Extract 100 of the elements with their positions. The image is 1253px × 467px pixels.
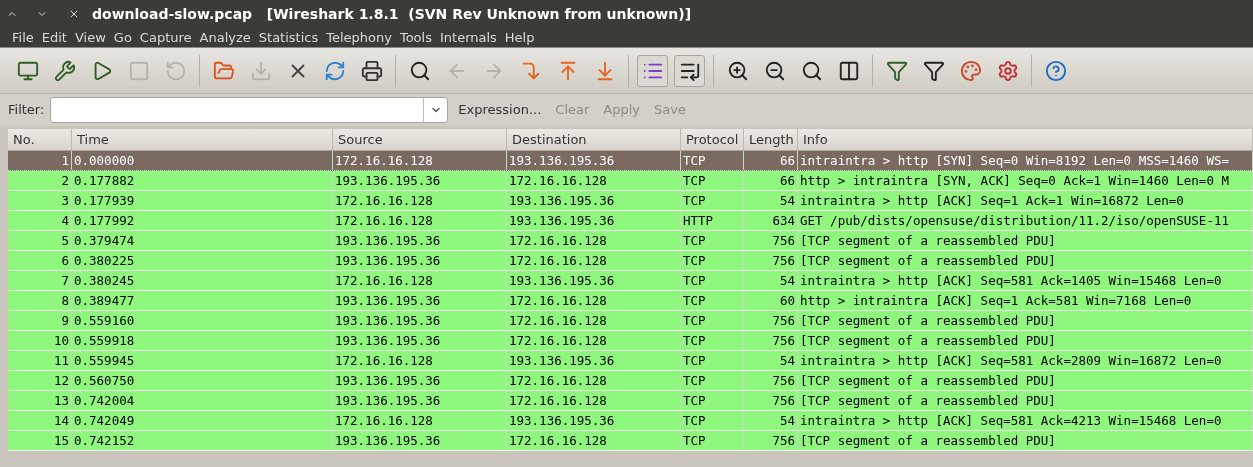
table-cell: 14 bbox=[8, 411, 72, 430]
packet-row[interactable]: 5 0.379474 193.136.195.36 172.16.16.128 TCP 756 [TCP segment of a reassembled PDU] bbox=[8, 231, 1253, 251]
column-header[interactable]: Length bbox=[744, 129, 798, 150]
table-cell: [TCP segment of a reassembled PDU] bbox=[798, 231, 1253, 250]
packet-row[interactable]: 12 0.560750 193.136.195.36 172.16.16.128 TCP 756 [TCP segment of a reassembled PDU] bbox=[8, 371, 1253, 391]
table-cell: 172.16.16.128 bbox=[333, 271, 507, 290]
menu-item[interactable]: Internals bbox=[435, 27, 501, 48]
filter-field[interactable] bbox=[50, 97, 449, 123]
close-icon[interactable] bbox=[68, 8, 80, 20]
packet-row[interactable]: 14 0.742049 172.16.16.128 193.136.195.36 TCP 54 intraintra > http [ACK] Seq=581 Ack=4213 Win=15468 Len=0 bbox=[8, 411, 1253, 431]
table-cell: 2 bbox=[8, 171, 72, 190]
menu-item[interactable]: Telephony bbox=[322, 27, 396, 48]
table-cell: 8 bbox=[8, 291, 72, 310]
table-cell: TCP bbox=[681, 171, 744, 190]
table-cell: 193.136.195.36 bbox=[507, 211, 681, 230]
settings-icon bbox=[996, 59, 1019, 82]
table-cell: [TCP segment of a reassembled PDU] bbox=[798, 251, 1253, 270]
table-cell: 193.136.195.36 bbox=[507, 411, 681, 430]
packet-row[interactable]: 1 0.000000 172.16.16.128 193.136.195.36 TCP 66 intraintra > http [SYN] Seq=0 Win=8192 Len=0 MSS=1460 WS= bbox=[8, 151, 1253, 171]
table-cell: intraintra > http [SYN] Seq=0 Win=8192 Len=0 MSS=1460 WS= bbox=[798, 151, 1253, 170]
table-cell: 0.742004 bbox=[72, 391, 333, 410]
table-cell: 54 bbox=[744, 351, 798, 370]
table-cell: 66 bbox=[744, 151, 798, 170]
table-cell: 193.136.195.36 bbox=[333, 391, 507, 410]
column-header[interactable]: Destination bbox=[507, 129, 681, 150]
toolbar-button[interactable] bbox=[674, 54, 705, 87]
table-cell: 54 bbox=[744, 411, 798, 430]
table-cell: TCP bbox=[681, 391, 744, 410]
table-cell: 756 bbox=[744, 331, 798, 350]
table-cell: 172.16.16.128 bbox=[507, 391, 681, 410]
packet-row[interactable]: 2 0.177882 193.136.195.36 172.16.16.128 TCP 66 http > intraintra [SYN, ACK] Seq=0 Ack=1 Win=1460 Len=0 M bbox=[8, 171, 1253, 191]
menu-item[interactable]: View bbox=[70, 27, 110, 48]
table-cell: 11 bbox=[8, 351, 72, 370]
column-header[interactable]: Info bbox=[798, 129, 1253, 150]
table-cell: 193.136.195.36 bbox=[333, 231, 507, 250]
packet-row[interactable]: 11 0.559945 172.16.16.128 193.136.195.36 TCP 54 intraintra > http [ACK] Seq=581 Ack=2809 Win=16872 Len=0 bbox=[8, 351, 1253, 371]
menu-item[interactable]: Edit bbox=[37, 27, 71, 48]
table-cell: intraintra > http [ACK] Seq=581 Ack=1405 Win=15468 Len=0 bbox=[798, 271, 1253, 290]
table-cell: 172.16.16.128 bbox=[333, 411, 507, 430]
table-cell: 60 bbox=[744, 291, 798, 310]
packet-row[interactable]: 3 0.177939 172.16.16.128 193.136.195.36 TCP 54 intraintra > http [ACK] Seq=1 Ack=1 Win=16872 Len=0 bbox=[8, 191, 1253, 211]
packet-row[interactable]: 8 0.389477 193.136.195.36 172.16.16.128 TCP 60 http > intraintra [ACK] Seq=1 Ack=581 Win=7168 Len=0 bbox=[8, 291, 1253, 311]
table-cell: 193.136.195.36 bbox=[507, 151, 681, 170]
table-cell: 0.559160 bbox=[72, 311, 333, 330]
columns-icon bbox=[837, 59, 860, 82]
table-cell: 756 bbox=[744, 431, 798, 450]
table-cell: [TCP segment of a reassembled PDU] bbox=[798, 431, 1253, 450]
zoom-out-icon bbox=[763, 59, 786, 82]
table-cell: 172.16.16.128 bbox=[507, 431, 681, 450]
table-cell: TCP bbox=[681, 411, 744, 430]
packet-row[interactable]: 10 0.559918 193.136.195.36 172.16.16.128 TCP 756 [TCP segment of a reassembled PDU] bbox=[8, 331, 1253, 351]
table-cell: 10 bbox=[8, 331, 72, 350]
packet-row[interactable]: 6 0.380225 193.136.195.36 172.16.16.128 TCP 756 [TCP segment of a reassembled PDU] bbox=[8, 251, 1253, 271]
table-cell: 0.389477 bbox=[72, 291, 333, 310]
table-cell: TCP bbox=[681, 271, 744, 290]
table-cell: 0.379474 bbox=[72, 231, 333, 250]
table-cell: http > intraintra [ACK] Seq=1 Ack=581 Win=7168 Len=0 bbox=[798, 291, 1253, 310]
search-icon bbox=[408, 59, 431, 82]
menu-item[interactable]: Capture bbox=[135, 27, 196, 48]
menu-item[interactable]: Go bbox=[109, 27, 136, 48]
table-cell: 172.16.16.128 bbox=[333, 211, 507, 230]
table-cell: [TCP segment of a reassembled PDU] bbox=[798, 311, 1253, 330]
table-cell: 0.177992 bbox=[72, 211, 333, 230]
table-cell: 172.16.16.128 bbox=[333, 151, 507, 170]
save-icon bbox=[249, 59, 272, 82]
table-cell: 3 bbox=[8, 191, 72, 210]
table-cell: 756 bbox=[744, 391, 798, 410]
filter-button[interactable]: Expression... bbox=[454, 100, 546, 120]
table-cell: 9 bbox=[8, 311, 72, 330]
menu-item[interactable]: Tools bbox=[395, 27, 436, 48]
table-cell: 193.136.195.36 bbox=[333, 311, 507, 330]
column-header[interactable]: No. bbox=[8, 129, 72, 150]
menu-item[interactable]: Help bbox=[500, 27, 539, 48]
packet-row[interactable]: 13 0.742004 193.136.195.36 172.16.16.128 TCP 756 [TCP segment of a reassembled PDU] bbox=[8, 391, 1253, 411]
menu-item[interactable]: Analyze bbox=[195, 27, 255, 48]
table-cell: 172.16.16.128 bbox=[507, 311, 681, 330]
monitor-icon bbox=[16, 59, 39, 82]
column-header[interactable]: Source bbox=[333, 129, 507, 150]
table-cell: 193.136.195.36 bbox=[507, 351, 681, 370]
table-cell: TCP bbox=[681, 331, 744, 350]
column-header[interactable]: Time bbox=[72, 129, 333, 150]
table-cell: 0.000000 bbox=[72, 151, 333, 170]
table-cell: 15 bbox=[8, 431, 72, 450]
table-cell: 193.136.195.36 bbox=[333, 431, 507, 450]
table-cell: 5 bbox=[8, 231, 72, 250]
restart-icon bbox=[164, 59, 187, 82]
packet-row[interactable]: 9 0.559160 193.136.195.36 172.16.16.128 TCP 756 [TCP segment of a reassembled PDU] bbox=[8, 311, 1253, 331]
packet-row[interactable]: 7 0.380245 172.16.16.128 193.136.195.36 TCP 54 intraintra > http [ACK] Seq=581 Ack=1405 Win=15468 Len=0 bbox=[8, 271, 1253, 291]
column-header[interactable]: Protocol bbox=[681, 129, 744, 150]
table-cell: 0.559945 bbox=[72, 351, 333, 370]
table-cell: HTTP bbox=[681, 211, 744, 230]
printer-icon bbox=[360, 59, 383, 82]
table-cell: 172.16.16.128 bbox=[507, 231, 681, 250]
packet-row[interactable]: 4 0.177992 172.16.16.128 193.136.195.36 HTTP 634 GET /pub/dists/opensuse/distribution/11.2/iso/openSUSE-11 bbox=[8, 211, 1253, 231]
menu-item[interactable]: Statistics bbox=[254, 27, 323, 48]
folder-icon bbox=[212, 59, 235, 82]
menu-item[interactable]: File bbox=[8, 27, 38, 48]
table-cell: 0.742152 bbox=[72, 431, 333, 450]
reload-icon bbox=[323, 59, 346, 82]
packet-row[interactable]: 15 0.742152 193.136.195.36 172.16.16.128 TCP 756 [TCP segment of a reassembled PDU] bbox=[8, 431, 1253, 451]
